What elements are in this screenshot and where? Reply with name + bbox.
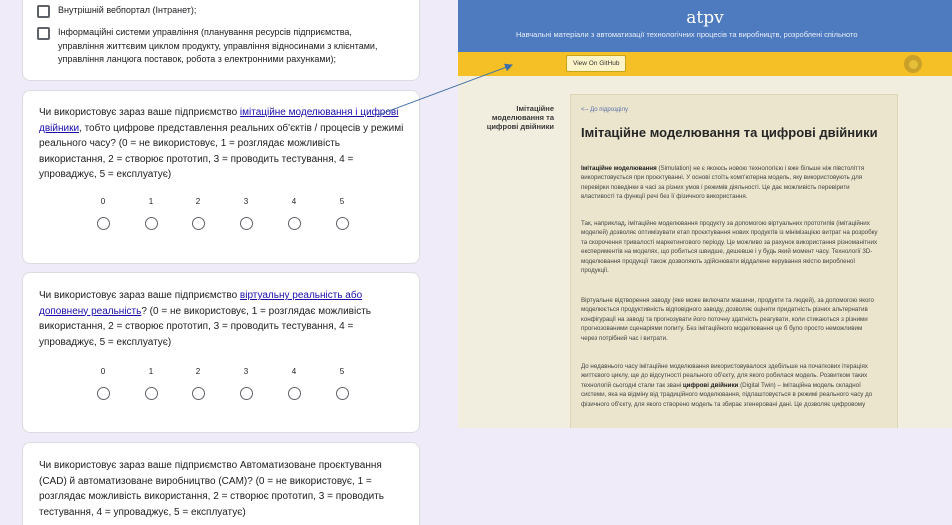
question-card-cad-cam: Чи використовує зараз ваше підприємство … [22,442,420,525]
scale-label: 1 [148,367,154,376]
scale-label: 4 [291,197,297,206]
question-prefix: Чи використовує зараз ваше підприємство [39,107,240,118]
question-text: Чи використовує зараз ваше підприємство … [39,288,409,350]
radio-option-2[interactable] [191,217,205,230]
article-content: <-- До підрозділу Імітаційне моделювання… [570,94,898,428]
question-card-vr: Чи використовує зараз ваше підприємство … [22,272,420,433]
checkbox-label: Інформаційні системи управління (планува… [58,27,378,64]
question-text: Чи використовує зараз ваше підприємство … [39,460,384,518]
back-link[interactable]: <-- До підрозділу [581,107,628,113]
question-text: Чи використовує зараз ваше підприємство … [39,105,409,183]
radio-option-0[interactable] [96,217,110,230]
scale-label: 3 [243,197,249,206]
radio-option-3[interactable] [239,217,253,230]
site-header: atpv Навчальні матеріали з автоматизації… [458,0,952,52]
scale-label: 4 [291,367,297,376]
article-paragraph: Віртуальне відтворення заводу (яке може … [581,297,874,342]
radio-option-5[interactable] [335,387,349,400]
scale-label: 2 [195,197,201,206]
sidebar-page-title: Імітаційне моделювання та цифрові двійни… [486,104,554,131]
site-tagline: Навчальні матеріали з автоматизації техн… [516,30,858,39]
article-paragraph: До недавнього часу імітаційне моделюванн… [581,362,879,409]
radio-option-0[interactable] [96,387,110,400]
github-icon[interactable] [904,55,922,73]
radio-option-1[interactable] [144,217,158,230]
view-on-github-button[interactable]: View On GitHub [566,55,627,72]
scale-label: 5 [339,367,345,376]
article-paragraph: Імітаційне моделювання (Simulation) не є… [581,164,879,202]
question-suffix: , тобто цифрове представлення реальних о… [39,122,404,181]
radio-option-2[interactable] [191,387,205,400]
radio-option-4[interactable] [287,387,301,400]
linked-page-preview: atpv Навчальні матеріали з автоматизації… [458,0,952,428]
checkbox-option-management-systems[interactable]: Інформаційні системи управління (планува… [37,26,398,67]
question-prefix: Чи використовує зараз ваше підприємство [39,290,240,301]
scale-label: 2 [195,367,201,376]
checkbox-label: Внутрішній вебпортал (Інтранет); [58,5,197,15]
survey-form: Внутрішній вебпортал (Інтранет); Інформа… [0,0,430,525]
question-card-simulation: Чи використовує зараз ваше підприємство … [22,90,420,264]
bold-term: цифрові двійники [682,381,739,389]
article-title: Імітаційне моделювання та цифрові двійни… [581,125,878,140]
scale-label: 0 [100,197,106,206]
scale-label: 0 [100,367,106,376]
site-logo[interactable]: atpv [458,8,952,28]
radio-option-5[interactable] [335,217,349,230]
article-paragraph: Так, наприклад, імітаційне моделювання п… [581,220,878,275]
checkbox[interactable] [37,27,50,40]
scale-label: 5 [339,197,345,206]
scale-label: 1 [148,197,154,206]
checkbox[interactable] [37,5,50,18]
site-toolbar: View On GitHub [458,52,952,76]
checkbox-option-intranet[interactable]: Внутрішній вебпортал (Інтранет); [37,4,398,18]
linear-scale: 0 1 2 3 4 5 [23,367,421,407]
radio-option-3[interactable] [239,387,253,400]
radio-option-1[interactable] [144,387,158,400]
linear-scale: 0 1 2 3 4 5 [23,197,421,237]
bold-term: Імітаційне моделювання [581,165,657,172]
scale-label: 3 [243,367,249,376]
checkbox-question-card: Внутрішній вебпортал (Інтранет); Інформа… [22,0,420,81]
radio-option-4[interactable] [287,217,301,230]
